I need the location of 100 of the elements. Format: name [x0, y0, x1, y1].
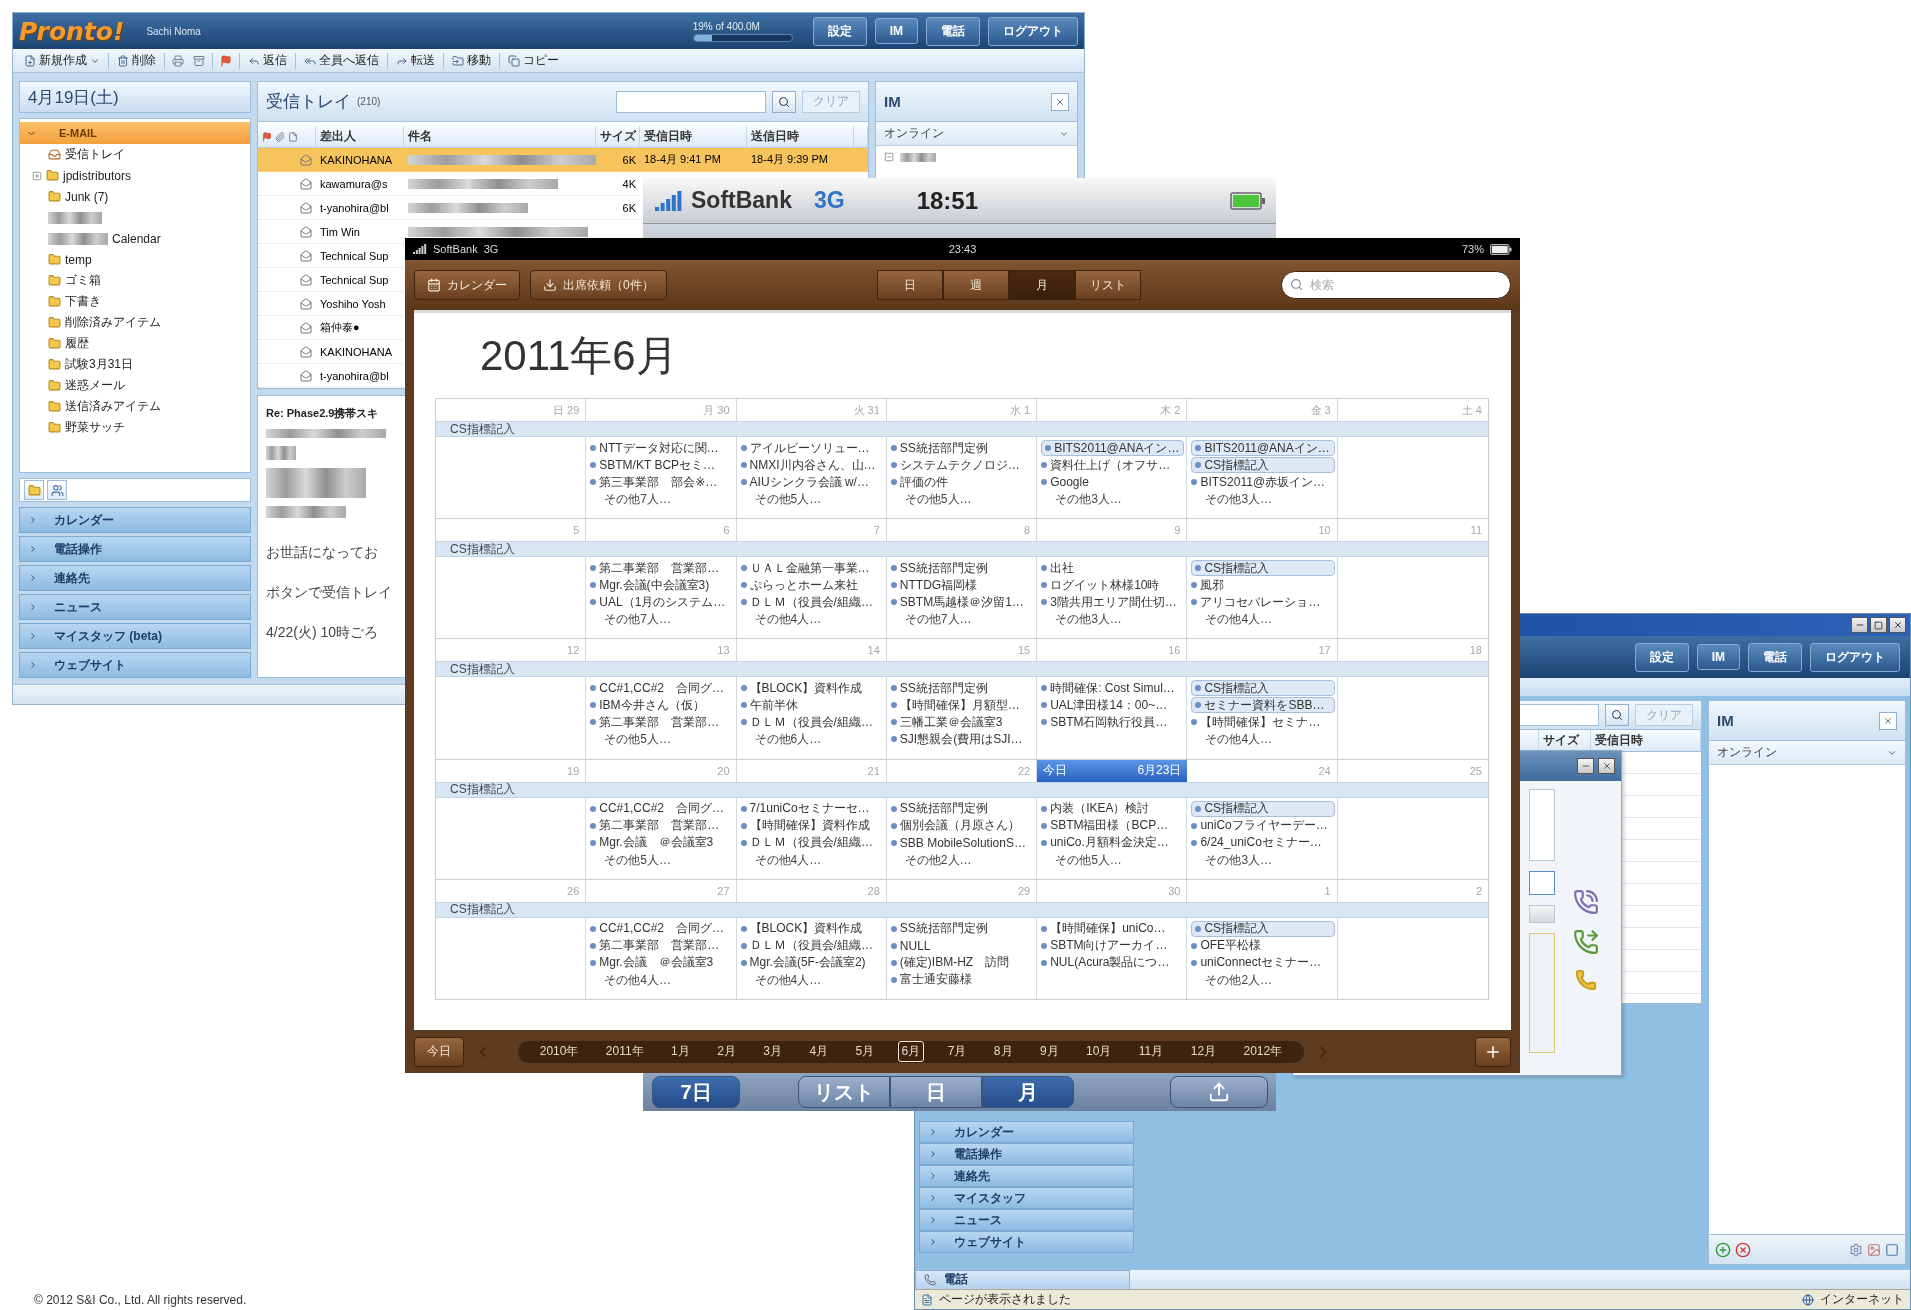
calendar-event[interactable]: Mgr.会議 ＠会議室3 — [590, 954, 734, 971]
table-cell[interactable]: KAKINOHANA — [316, 340, 404, 363]
toolbar-button[interactable]: 移動 — [449, 50, 494, 71]
calendar-event[interactable]: セミナー資料をSBB… — [1191, 697, 1335, 714]
calendar-event[interactable]: Google — [1041, 474, 1185, 490]
timeline-item[interactable]: 2010年 — [535, 1041, 583, 1062]
table-cell[interactable]: Technical Sup — [316, 244, 404, 267]
table-cell[interactable]: 箱仲泰● — [316, 316, 404, 339]
calendar-event[interactable]: ＵＡＬ金融第一事業… — [740, 560, 884, 577]
folder-button[interactable] — [24, 480, 44, 500]
view-tab[interactable]: 日 — [876, 270, 943, 300]
timeline-item[interactable]: 2012年 — [1239, 1041, 1287, 1062]
calendar-event[interactable]: NUL(Acura製品につ… — [1041, 954, 1185, 971]
nav-item[interactable]: ニュース — [19, 594, 251, 620]
calendar-event[interactable]: 第二事業部 営業部… — [590, 817, 734, 834]
calendar-event[interactable]: SS統括部門定例 — [890, 560, 1035, 577]
nav-item[interactable]: カレンダー — [19, 507, 251, 533]
nav-item[interactable]: 電話操作 — [919, 1143, 1134, 1165]
folder-item[interactable]: 受信トレイ — [20, 144, 250, 165]
calendar-event[interactable]: ぷらっとホーム来社 — [740, 577, 884, 594]
view-tab[interactable]: 週 — [942, 270, 1009, 300]
calendar-event[interactable]: SS統括部門定例 — [890, 800, 1035, 817]
table-cell[interactable]: Tim Win — [316, 220, 404, 243]
more-events-link[interactable]: その他5人… — [890, 491, 1035, 507]
status-dropdown[interactable]: オンライン — [876, 122, 1077, 146]
timeline-item[interactable]: 3月 — [759, 1041, 786, 1062]
column-heading[interactable]: 受信日時 — [644, 128, 692, 145]
table-cell[interactable]: t-yanohira@bl — [316, 196, 404, 219]
more-events-link[interactable]: その他4人… — [740, 611, 884, 628]
dialog-field[interactable] — [1529, 789, 1555, 861]
calendar-event[interactable]: IBM今井さん（仮） — [590, 697, 734, 714]
minimize-button[interactable] — [1577, 758, 1594, 774]
more-events-link[interactable]: その他5人… — [1041, 851, 1185, 868]
timeline-item[interactable]: 5月 — [851, 1041, 879, 1062]
calendar-event[interactable]: Mgr.会議(中会議室3) — [590, 577, 734, 594]
header-button[interactable]: 電話 — [1748, 642, 1802, 672]
calendar-event[interactable]: uniConnectセミナー… — [1191, 954, 1335, 971]
timeline-item[interactable]: 1月 — [667, 1041, 694, 1062]
timeline-item[interactable]: 2011年 — [601, 1041, 648, 1062]
calendar-event[interactable]: NTTDG福岡様 — [890, 577, 1035, 594]
search-field[interactable] — [616, 90, 766, 113]
timeline-item[interactable]: 10月 — [1082, 1041, 1116, 1062]
folder-item[interactable]: temp — [20, 249, 250, 270]
calendar-event[interactable]: SBTM向けアーカイ… — [1041, 937, 1185, 954]
calendar-event[interactable]: 【時間確保】セミナ… — [1191, 714, 1335, 731]
calendar-event[interactable]: uniCo.月額料金決定… — [1041, 834, 1185, 851]
folder-item[interactable]: 削除済みアイテム — [20, 312, 250, 333]
calendar-event[interactable]: 3階共用エリア間仕切… — [1041, 594, 1185, 611]
calendar-event[interactable]: UAL（1月のシステム… — [590, 594, 734, 611]
folder-item[interactable]: 送信済みアイテム — [20, 396, 250, 417]
more-events-link[interactable]: その他4人… — [590, 971, 734, 988]
calendar-event[interactable]: Mgr.会議(5F-会議室2) — [740, 954, 884, 971]
calendar-event[interactable]: ＤＬＭ（役員会/組織… — [740, 834, 884, 851]
calendar-event[interactable]: ログイット林様10時 — [1041, 577, 1185, 594]
column-heading[interactable]: 受信日時 — [1595, 732, 1643, 749]
phone-tab[interactable]: 電話 — [915, 1269, 1130, 1290]
header-button[interactable]: ログアウト — [988, 16, 1078, 46]
timeline-item[interactable]: 11月 — [1134, 1041, 1168, 1062]
close-button[interactable] — [1051, 92, 1069, 111]
nav-item[interactable]: ウェブサイト — [19, 652, 251, 678]
calendar-event[interactable]: NMXI川内谷さん、山… — [740, 457, 884, 473]
calendar-event[interactable]: ＤＬＭ（役員会/組織… — [740, 937, 884, 954]
calendar-event[interactable]: 富士通安藤様 — [890, 971, 1035, 988]
calendar-event[interactable]: CC#1,CC#2 合同グ… — [590, 800, 734, 817]
calendar-event[interactable]: 【BLOCK】資料作成 — [740, 920, 884, 937]
calendar-event[interactable]: SBB MobileSolutionS… — [890, 834, 1035, 851]
nav-item[interactable]: 連絡先 — [919, 1165, 1134, 1187]
calendar-event[interactable]: SBTM/KT BCPセミ… — [590, 457, 734, 473]
header-button[interactable]: 設定 — [812, 16, 867, 46]
table-cell[interactable]: t-yanohira@bl — [316, 364, 404, 387]
calendar-event[interactable]: アリコセパレーショ… — [1191, 594, 1335, 611]
calendar-event[interactable]: 【時間確保】uniCo… — [1041, 920, 1185, 937]
calendar-event[interactable]: CS指標記入 — [1191, 800, 1335, 817]
view-button[interactable]: 7日 — [652, 1076, 740, 1108]
calendar-event[interactable]: UAL津田様14：00~… — [1041, 697, 1185, 714]
toolbar-button[interactable]: 削除 — [114, 50, 159, 71]
calendar-event[interactable]: (確定)IBM-HZ 訪問 — [890, 954, 1035, 971]
calendar-event[interactable]: NTTデータ対応に関… — [590, 440, 734, 456]
calendar-event[interactable]: SS統括部門定例 — [890, 440, 1035, 456]
calendar-event[interactable]: CC#1,CC#2 合同グ… — [590, 920, 734, 937]
nav-item[interactable]: ウェブサイト — [919, 1231, 1134, 1253]
nav-item[interactable]: 電話操作 — [19, 536, 251, 562]
more-events-link[interactable]: その他5人… — [590, 731, 734, 748]
calendars-button[interactable]: カレンダー — [414, 270, 520, 300]
calendar-event[interactable]: 【時間確保】月額型… — [890, 697, 1035, 714]
calendar-event[interactable]: 7/1uniCoセミナーセ… — [740, 800, 884, 817]
header-button[interactable]: IM — [874, 18, 918, 44]
timeline-item[interactable]: 2月 — [713, 1041, 740, 1062]
calendar-event[interactable]: 時間確保: Cost Simul… — [1041, 680, 1185, 697]
timeline-item[interactable]: 4月 — [805, 1041, 833, 1062]
column-heading[interactable]: サイズ — [600, 128, 636, 145]
calendar-event[interactable]: CC#1,CC#2 合同グ… — [590, 680, 734, 697]
search-field[interactable]: 検索 — [1281, 271, 1511, 299]
calendar-event[interactable]: SBTM福田様（BCP… — [1041, 817, 1185, 834]
calendar-event[interactable]: 出社 — [1041, 560, 1185, 577]
header-button[interactable]: ログアウト — [1810, 642, 1900, 672]
more-events-link[interactable]: その他4人… — [740, 851, 884, 868]
timeline-item[interactable]: 7月 — [943, 1041, 971, 1062]
calendar-event[interactable]: SJI懇親会(費用はSJI… — [890, 731, 1035, 748]
calendar-event[interactable]: アイルビーソリュー… — [740, 440, 884, 456]
